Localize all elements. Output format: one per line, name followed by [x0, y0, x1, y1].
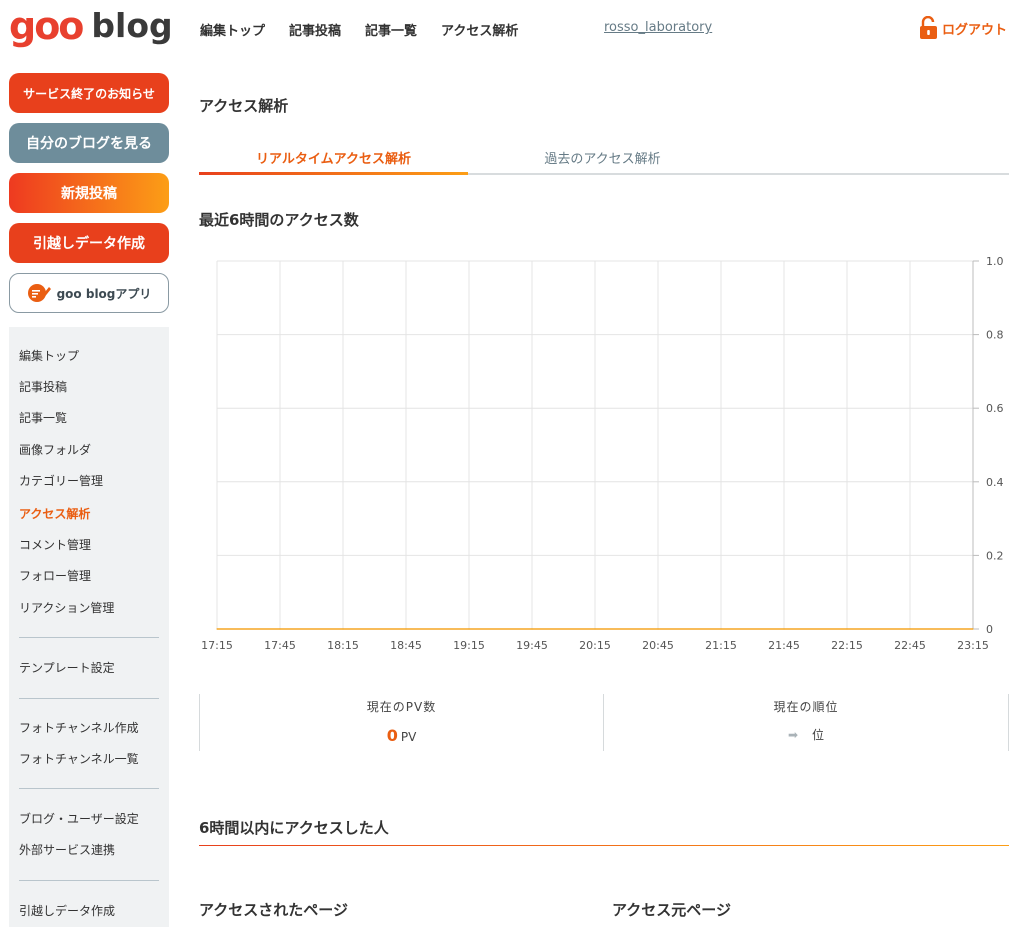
sidebar-item-edit-top[interactable]: 編集トップ [19, 347, 79, 364]
goo-blog-app-button[interactable]: goo blogアプリ [9, 273, 169, 313]
chart-x-tick-label: 18:45 [390, 639, 422, 652]
top-nav-article-list[interactable]: 記事一覧 [365, 20, 417, 39]
top-nav-access-analysis[interactable]: アクセス解析 [441, 20, 518, 39]
sidebar-divider [19, 698, 159, 699]
chart-x-tick-label: 21:45 [768, 639, 800, 652]
app-pen-icon [27, 284, 51, 302]
sidebar-item-migration-data[interactable]: 引越しデータ作成 [19, 902, 115, 919]
sidebar-item-photo-channel-create[interactable]: フォトチャンネル作成 [19, 719, 139, 736]
chart-x-tick-label: 18:15 [327, 639, 359, 652]
chart-data-point [657, 628, 659, 630]
tab-past-analysis[interactable]: 過去のアクセス解析 [468, 140, 737, 174]
sidebar-item-post[interactable]: 記事投稿 [19, 378, 67, 395]
chart-x-tick-label: 17:15 [201, 639, 233, 652]
chart-y-tick-label: 0.4 [986, 476, 1004, 489]
rank-stat-panel: 現在の順位 ➡ 位 [603, 694, 1009, 751]
accessed-pages-heading: アクセスされたページ [199, 901, 348, 919]
goo-blog-logo[interactable]: goo blog [9, 6, 173, 46]
chart-data-point [279, 628, 281, 630]
pv-stat-value: 0 [386, 726, 398, 745]
pv-stat-unit: PV [400, 730, 417, 744]
referrer-pages-heading: アクセス元ページ [612, 901, 731, 919]
chart-x-tick-label: 20:45 [642, 639, 674, 652]
rank-stat-value-row: ➡ 位 [604, 726, 1008, 743]
sidebar-item-template[interactable]: テンプレート設定 [19, 659, 115, 676]
new-post-label: 新規投稿 [61, 186, 117, 202]
tab-realtime-analysis[interactable]: リアルタイムアクセス解析 [199, 140, 468, 174]
top-nav-edit-top[interactable]: 編集トップ [200, 20, 265, 39]
view-blog-label: 自分のブログを見る [26, 136, 152, 152]
unlock-icon [919, 16, 937, 39]
sidebar-item-photo-channel-list[interactable]: フォトチャンネル一覧 [19, 750, 139, 767]
chart-y-tick-label: 0.6 [986, 402, 1004, 415]
logo-blog-text: blog [91, 6, 173, 45]
pv-stat-value-row: 0 PV [200, 726, 603, 745]
sidebar-item-blog-user-settings[interactable]: ブログ・ユーザー設定 [19, 810, 139, 827]
analysis-tabs: リアルタイムアクセス解析 過去のアクセス解析 [199, 140, 1009, 176]
sidebar-item-reactions[interactable]: リアクション管理 [19, 599, 114, 616]
logout-button[interactable]: ログアウト [919, 16, 1007, 40]
chart-data-point [972, 628, 974, 630]
sidebar-divider [19, 788, 159, 789]
rank-stat-label: 現在の順位 [773, 700, 839, 714]
view-my-blog-button[interactable]: 自分のブログを見る [9, 123, 169, 163]
sidebar-item-follow[interactable]: フォロー管理 [19, 567, 91, 584]
pv-stat-panel: 現在のPV数 0 PV [199, 694, 603, 751]
app-label: goo blogアプリ [56, 286, 152, 301]
chart-data-point [594, 628, 596, 630]
top-nav: 編集トップ 記事投稿 記事一覧 アクセス解析 [200, 20, 542, 39]
top-nav-new-post[interactable]: 記事投稿 [289, 20, 341, 39]
chart-x-tick-label: 17:45 [264, 639, 296, 652]
chart-x-tick-label: 20:15 [579, 639, 611, 652]
sidebar-item-image-folder[interactable]: 画像フォルダ [19, 441, 91, 458]
current-stats: 現在のPV数 0 PV 現在の順位 ➡ 位 [199, 694, 1009, 751]
username-link[interactable]: rosso_laboratory [604, 20, 712, 35]
side-menu: 編集トップ 記事投稿 記事一覧 画像フォルダ カテゴリー管理 アクセス解析 コメ… [9, 327, 169, 927]
recent-visitors-underline [199, 845, 1009, 846]
page-title: アクセス解析 [199, 97, 289, 115]
sidebar-divider [19, 637, 159, 638]
chart-y-tick-label: 0 [986, 623, 993, 636]
chart-data-point [405, 628, 407, 630]
logout-label: ログアウト [941, 22, 1007, 38]
chart-y-tick-label: 0.2 [986, 549, 1004, 562]
sidebar-item-external-services[interactable]: 外部サービス連携 [19, 841, 115, 858]
service-end-label: サービス終了のお知らせ [23, 86, 155, 101]
chart-x-tick-label: 21:15 [705, 639, 737, 652]
sidebar-item-article-list[interactable]: 記事一覧 [19, 409, 67, 426]
access-line-chart: 1.0 0.8 0.6 0.4 0.2 0 17:15 17:45 18:15 18:45 19:1… [201, 255, 1004, 652]
logo-goo-text: goo [9, 4, 84, 48]
chart-data-point [720, 628, 722, 630]
service-end-notice-button[interactable]: サービス終了のお知らせ [9, 73, 169, 113]
chart-data-point [783, 628, 785, 630]
chart-data-point [846, 628, 848, 630]
chart-data-point [468, 628, 470, 630]
chart-x-tick-label: 22:15 [831, 639, 863, 652]
chart-y-tick-label: 0.8 [986, 329, 1004, 342]
chart-data-point [909, 628, 911, 630]
sidebar-item-comments[interactable]: コメント管理 [19, 536, 91, 553]
sidebar-item-category[interactable]: カテゴリー管理 [19, 472, 103, 489]
chart-section-title: 最近6時間のアクセス数 [199, 211, 359, 229]
chart-data-point [216, 628, 218, 630]
sidebar-item-access-analysis[interactable]: アクセス解析 [19, 505, 90, 522]
new-post-button[interactable]: 新規投稿 [9, 173, 169, 213]
migration-data-button[interactable]: 引越しデータ作成 [9, 223, 169, 263]
rank-stat-unit: 位 [812, 728, 825, 742]
chart-data-point [342, 628, 344, 630]
pv-stat-label: 現在のPV数 [366, 700, 437, 714]
recent-visitors-title: 6時間以内にアクセスした人 [199, 819, 389, 837]
chart-x-tick-label: 22:45 [894, 639, 926, 652]
chart-x-tick-label: 23:15 [957, 639, 989, 652]
chart-y-tick-label: 1.0 [986, 255, 1004, 268]
sidebar-divider [19, 880, 159, 881]
chart-x-tick-label: 19:15 [453, 639, 485, 652]
migration-label: 引越しデータ作成 [33, 236, 145, 252]
tab-active-indicator [199, 172, 468, 175]
chart-data-point [531, 628, 533, 630]
chart-x-tick-label: 19:45 [516, 639, 548, 652]
arrow-right-icon: ➡ [787, 728, 799, 742]
